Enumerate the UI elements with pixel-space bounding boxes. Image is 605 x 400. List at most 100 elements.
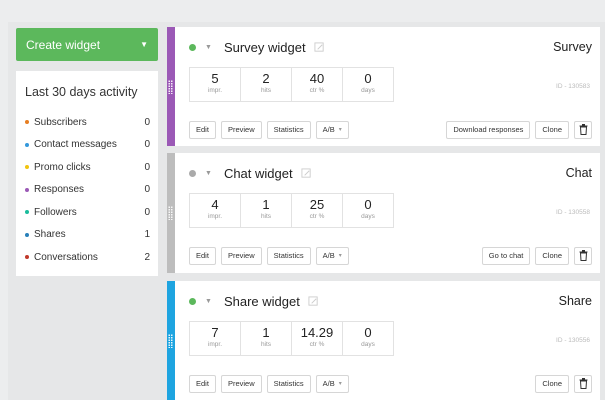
drag-handle-icon[interactable] — [168, 79, 173, 94]
widget-id: ID - 130583 — [556, 83, 590, 90]
stat-value: 4 — [211, 197, 219, 212]
ab-test-button[interactable]: A/B ▾ — [315, 120, 349, 139]
stat-impressions: 5 impr. — [189, 67, 241, 102]
chevron-down-icon: ▾ — [338, 127, 342, 133]
widget-header: ▼ Survey widget Survey — [189, 36, 592, 58]
activity-count: 1 — [144, 229, 150, 241]
statistics-button[interactable]: Statistics — [266, 374, 311, 393]
chevron-down-icon[interactable]: ▼ — [205, 170, 212, 177]
ab-test-button[interactable]: A/B ▾ — [315, 374, 349, 393]
stat-value: 1 — [262, 325, 270, 340]
preview-button[interactable]: Preview — [220, 374, 262, 393]
edit-name-icon[interactable] — [301, 167, 312, 179]
stat-ctr: 14.29 ctr % — [291, 321, 343, 356]
stat-days: 0 days — [342, 321, 394, 356]
activity-count: 0 — [144, 139, 150, 151]
activity-item-subscribers: Subscribers 0 — [25, 111, 150, 134]
activity-label: Contact messages — [34, 139, 117, 151]
widget-card-survey: ▼ Survey widget Survey 5 impr. 2 hits 40 ct… — [167, 27, 600, 146]
stat-label: ctr % — [309, 341, 325, 348]
stat-value: 1 — [262, 197, 270, 212]
preview-button[interactable]: Preview — [220, 246, 262, 265]
widget-id: ID - 130558 — [556, 209, 590, 216]
widget-header: ▼ Share widget Share — [189, 290, 592, 312]
bullet-dot-icon — [25, 255, 29, 260]
edit-button[interactable]: Edit — [189, 120, 216, 139]
chevron-down-icon[interactable]: ▼ — [140, 40, 148, 49]
delete-button[interactable] — [574, 120, 592, 139]
edit-name-icon[interactable] — [314, 41, 325, 53]
stat-value: 7 — [211, 325, 219, 340]
download-responses-button[interactable]: Download responses — [446, 120, 531, 139]
stat-label: days — [361, 213, 375, 220]
widget-card-chat: ▼ Chat widget Chat 4 impr. 1 hits 25 ctr % … — [167, 153, 600, 273]
ab-test-button[interactable]: A/B ▾ — [315, 246, 349, 265]
stat-label: days — [361, 341, 375, 348]
stat-value: 0 — [364, 325, 372, 340]
stat-label: hits — [260, 213, 272, 220]
stat-value: 25 — [309, 197, 325, 212]
bullet-dot-icon — [25, 142, 29, 147]
stat-days: 0 days — [342, 67, 394, 102]
stat-label: hits — [260, 341, 272, 348]
activity-label: Shares — [34, 229, 66, 241]
widget-name: Chat widget — [223, 165, 293, 181]
create-widget-button[interactable]: Create widget ▼ — [16, 28, 158, 61]
stat-value: 0 — [364, 71, 372, 86]
widget-toolbar: Edit Preview Statistics A/B ▾ Go to chat … — [189, 246, 592, 265]
stat-ctr: 25 ctr % — [291, 193, 343, 228]
status-dot-icon — [189, 169, 196, 177]
stat-label: days — [361, 87, 375, 94]
stat-days: 0 days — [342, 193, 394, 228]
activity-item-responses: Responses 0 — [25, 179, 150, 202]
activity-panel: Last 30 days activity Subscribers 0 Cont… — [16, 71, 158, 276]
clone-button[interactable]: Clone — [535, 374, 569, 393]
edit-name-icon[interactable] — [308, 295, 319, 307]
statistics-button[interactable]: Statistics — [266, 246, 311, 265]
widget-type: Share — [558, 294, 592, 308]
stat-label: impr. — [207, 341, 223, 348]
stat-ctr: 40 ctr % — [291, 67, 343, 102]
edit-button[interactable]: Edit — [189, 374, 216, 393]
clone-button[interactable]: Clone — [535, 246, 569, 265]
drag-handle-icon[interactable] — [168, 206, 173, 220]
edit-button[interactable]: Edit — [189, 246, 216, 265]
stat-impressions: 7 impr. — [189, 321, 241, 356]
preview-button[interactable]: Preview — [220, 120, 262, 139]
activity-label: Conversations — [34, 251, 98, 263]
activity-label: Promo clicks — [34, 161, 91, 173]
bullet-dot-icon — [25, 187, 29, 192]
widget-id: ID - 130556 — [556, 337, 590, 344]
bullet-dot-icon — [25, 210, 29, 215]
stat-value: 0 — [364, 197, 372, 212]
drag-handle-icon[interactable] — [168, 333, 173, 348]
activity-item-conversations: Conversations 2 — [25, 246, 150, 269]
delete-button[interactable] — [574, 374, 592, 393]
ab-label: A/B — [322, 251, 335, 260]
bullet-dot-icon — [25, 120, 29, 125]
activity-label: Followers — [34, 206, 77, 218]
widget-type: Chat — [565, 166, 592, 180]
ab-label: A/B — [322, 125, 335, 134]
status-dot-icon — [189, 297, 196, 305]
chevron-down-icon[interactable]: ▼ — [205, 44, 212, 51]
activity-item-shares: Shares 1 — [25, 224, 150, 247]
activity-count: 2 — [144, 251, 150, 263]
stat-impressions: 4 impr. — [189, 193, 241, 228]
activity-title: Last 30 days activity — [25, 85, 138, 99]
stat-label: ctr % — [309, 87, 325, 94]
chevron-down-icon: ▾ — [338, 253, 342, 259]
clone-button[interactable]: Clone — [535, 120, 569, 139]
statistics-button[interactable]: Statistics — [266, 120, 311, 139]
go-to-chat-button[interactable]: Go to chat — [481, 246, 531, 265]
delete-button[interactable] — [574, 246, 592, 265]
trash-icon — [579, 124, 587, 135]
chevron-down-icon[interactable]: ▼ — [205, 298, 212, 305]
activity-count: 0 — [144, 206, 150, 218]
stat-label: hits — [260, 87, 272, 94]
activity-count: 0 — [144, 184, 150, 196]
trash-icon — [579, 378, 587, 389]
stat-value: 5 — [211, 71, 219, 86]
stat-value: 40 — [309, 71, 325, 86]
stat-hits: 2 hits — [240, 67, 292, 102]
